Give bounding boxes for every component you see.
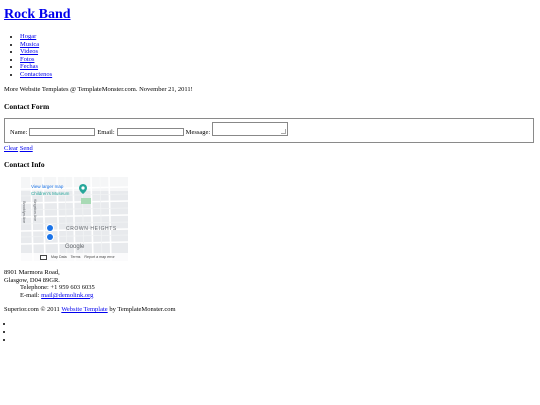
social-list	[4, 320, 15, 343]
email-label: Email:	[97, 129, 115, 136]
nav-item-hogar: Hogar	[20, 33, 52, 41]
map-footer: Map Data Terms Report a map error	[21, 253, 128, 261]
message-field[interactable]	[212, 122, 289, 136]
street-label-brooklyn: Brooklyn Ave	[22, 201, 26, 224]
social-item[interactable]	[13, 336, 15, 344]
name-label: Name:	[10, 129, 28, 136]
address-line-2: Glasgow, D04 89GR.	[4, 276, 60, 284]
email-row: E-mail: mail@demolink.org	[4, 292, 95, 300]
website-template-link[interactable]: Website Template	[61, 306, 107, 313]
email-field[interactable]	[116, 128, 184, 136]
clear-link[interactable]: Clear	[4, 145, 18, 152]
street-label-kingston: Kingston Ave	[33, 199, 37, 222]
site-title-link[interactable]: Rock Band	[4, 7, 71, 22]
nav-link-fotos[interactable]: Fotos	[20, 56, 34, 63]
report-map-error-link[interactable]: Report a map error	[84, 255, 114, 259]
keyboard-icon[interactable]	[40, 254, 47, 260]
nav-link-videos[interactable]: Videos	[20, 48, 38, 55]
area-label: CROWN HEIGHTS	[66, 226, 117, 232]
footer-copyright: Superior.com © 2011	[4, 306, 60, 313]
address-block: 8901 Marmora Road, Glasgow, D04 89GR. Te…	[4, 269, 95, 299]
museum-label: Children's Museum	[31, 191, 70, 196]
social-item[interactable]	[13, 328, 15, 336]
address-line-1: 8901 Marmora Road,	[4, 269, 60, 276]
social-item[interactable]	[13, 320, 15, 328]
nav-item-videos: Videos	[20, 48, 52, 56]
museum-pin-icon[interactable]	[79, 184, 87, 196]
nav-link-fechas[interactable]: Fechas	[20, 63, 38, 70]
nav-item-musica: Musica	[20, 41, 52, 49]
main-nav: Hogar Musica Videos Fotos Fechas Contact…	[4, 33, 52, 79]
park-area	[81, 198, 91, 204]
terms-link[interactable]: Terms	[71, 255, 81, 259]
nav-item-fechas: Fechas	[20, 63, 52, 71]
footer-credit: by TemplateMonster.com	[109, 306, 176, 313]
nav-link-hogar[interactable]: Hogar	[20, 33, 36, 40]
map-data-link[interactable]: Map Data	[51, 255, 67, 259]
tagline: More Website Templates @ TemplateMonster…	[4, 86, 193, 93]
view-larger-map-link[interactable]: View larger map	[31, 184, 63, 189]
nav-link-contactenos[interactable]: Contactenos	[20, 71, 52, 78]
contact-form-heading: Contact Form	[4, 102, 50, 111]
email-label: E-mail:	[20, 291, 40, 299]
resize-grip-icon[interactable]	[281, 129, 287, 134]
name-field[interactable]	[29, 128, 96, 136]
google-logo: Google	[65, 244, 85, 250]
form-actions: Clear Send	[4, 145, 33, 152]
footer: Superior.com © 2011 Website Template by …	[4, 306, 176, 313]
map-pin-icon[interactable]	[47, 234, 53, 240]
email-link[interactable]: mail@demolink.org	[41, 292, 93, 299]
nav-item-contactenos: Contactenos	[20, 71, 52, 79]
map-pin-icon[interactable]	[47, 225, 53, 231]
send-link[interactable]: Send	[20, 145, 33, 152]
telephone: Telephone: +1 959 603 6035	[20, 284, 95, 292]
nav-link-musica[interactable]: Musica	[20, 41, 39, 48]
location-map[interactable]: View larger map Children's Museum Brookl…	[21, 177, 128, 261]
contact-form: Name: Email: Message:	[4, 118, 534, 143]
site-title: Rock Band	[4, 7, 71, 23]
contact-info-heading: Contact Info	[4, 160, 45, 169]
message-label: Message:	[185, 129, 211, 136]
nav-item-fotos: Fotos	[20, 56, 52, 64]
